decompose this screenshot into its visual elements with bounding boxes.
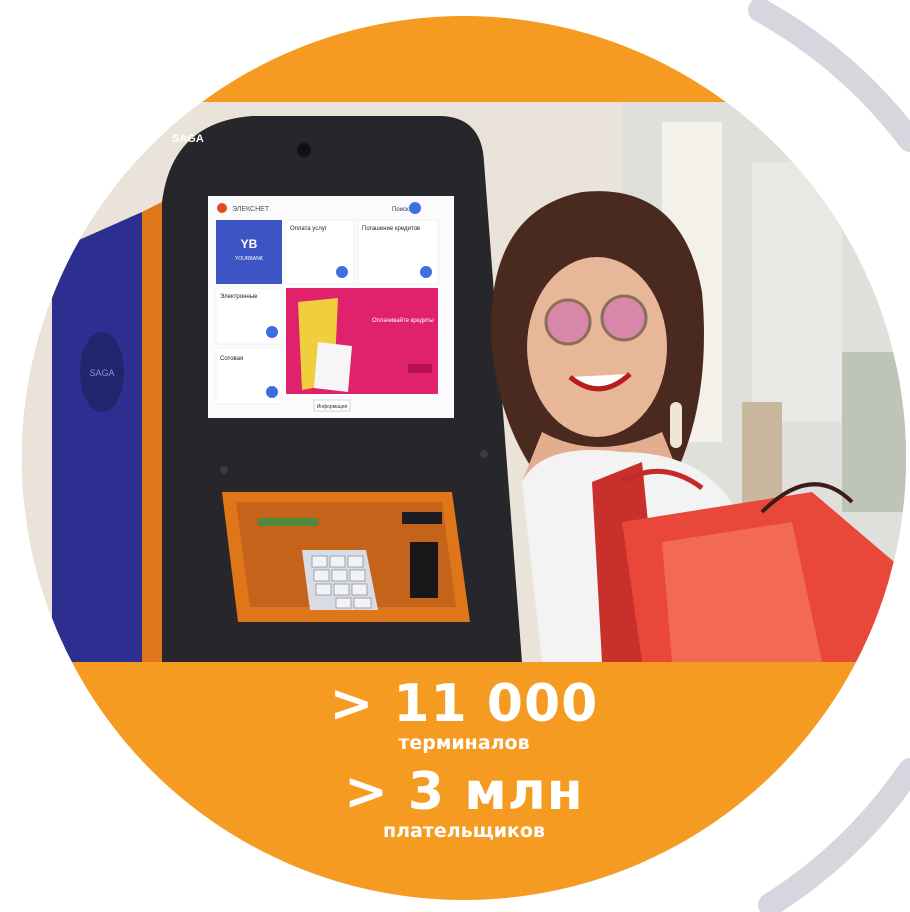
- stats-section: > 11 000 терминалов > 3 млн плательщиков: [22, 676, 906, 842]
- svg-text:Информация: Информация: [317, 404, 348, 410]
- svg-text:YB: YB: [241, 237, 258, 251]
- kiosk-brand-side: SAGA: [89, 368, 114, 378]
- speaker-grille: SAGA: [80, 332, 124, 412]
- svg-text:Оплата услуг: Оплата услуг: [290, 226, 328, 232]
- svg-text:YOURBANK: YOURBANK: [235, 256, 264, 262]
- stat-label: плательщиков: [383, 820, 545, 842]
- keypad: [302, 550, 378, 610]
- svg-text:Поиск: Поиск: [392, 207, 409, 213]
- stats-badge: SAGA SAGA ЭЛЕКСНЕТ Поиск YB YOURBANK Опл…: [22, 16, 906, 900]
- kiosk-photo: SAGA SAGA ЭЛЕКСНЕТ Поиск YB YOURBANK Опл…: [22, 102, 906, 662]
- kiosk-brand-top: SAGA: [172, 133, 204, 145]
- stat-payers: > 3 млн плательщиков: [22, 764, 906, 842]
- stat-terminals: > 11 000 терминалов: [22, 676, 906, 754]
- stat-label: терминалов: [398, 732, 530, 754]
- svg-text:Оплачивайте кредиты: Оплачивайте кредиты: [372, 317, 434, 324]
- svg-text:Электронные: Электронные: [220, 294, 258, 300]
- kiosk-screen: ЭЛЕКСНЕТ Поиск YB YOURBANK Оплата услуг …: [208, 196, 454, 418]
- stat-value: > 11 000: [329, 674, 599, 734]
- svg-text:ЭЛЕКСНЕТ: ЭЛЕКСНЕТ: [232, 206, 270, 213]
- svg-text:Сотовая: Сотовая: [220, 356, 243, 362]
- svg-text:Погашение кредитов: Погашение кредитов: [362, 226, 420, 232]
- stat-value: > 3 млн: [344, 762, 584, 822]
- camera-icon: [297, 143, 311, 157]
